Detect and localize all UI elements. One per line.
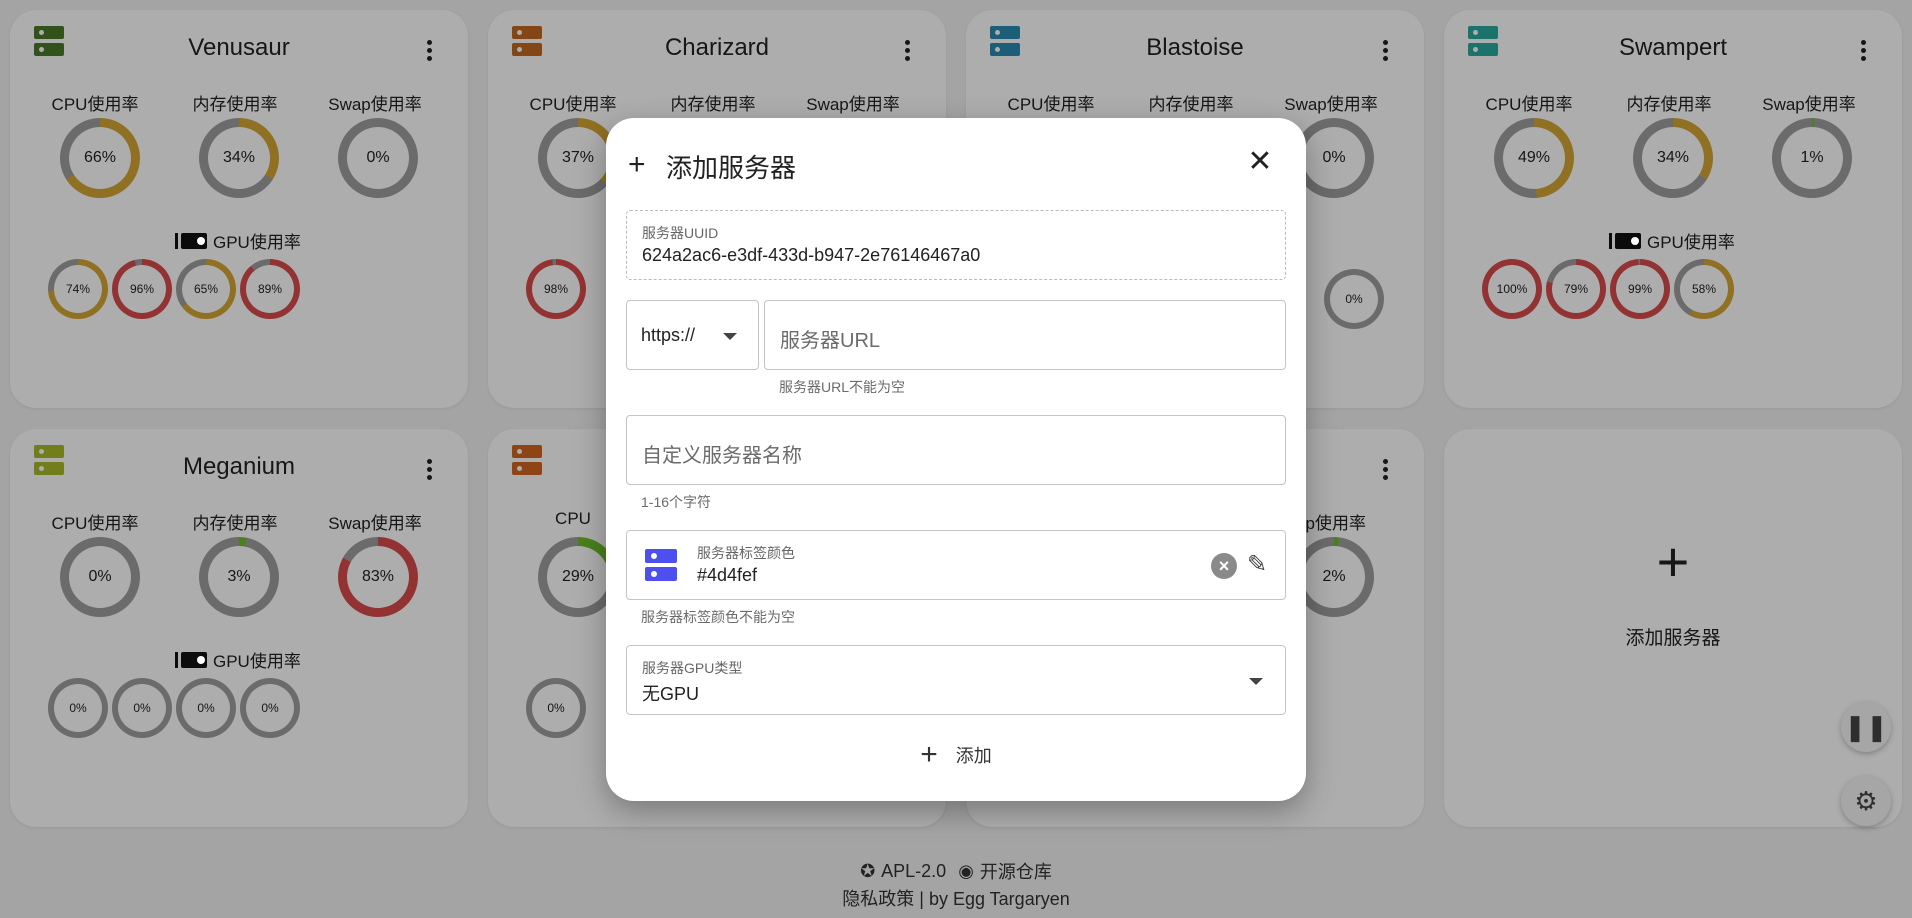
add-icon: + <box>920 738 938 771</box>
name-placeholder: 自定义服务器名称 <box>642 445 802 467</box>
gpu-type-label: 服务器GPU类型 <box>642 660 743 676</box>
server-url-input[interactable]: 服务器URL <box>764 300 1286 370</box>
close-button[interactable]: ✕ <box>1244 146 1276 178</box>
add-icon: + <box>628 148 646 181</box>
uuid-value: 624a2ac6-e3df-433d-b947-2e76146467a0 <box>642 245 981 265</box>
url-placeholder: 服务器URL <box>780 330 881 352</box>
chevron-down-icon <box>1249 678 1263 685</box>
color-label: 服务器标签颜色 <box>697 545 795 561</box>
eyedropper-icon[interactable]: ✎ <box>1243 551 1271 579</box>
color-value: #4d4fef <box>697 565 758 585</box>
url-helper: 服务器URL不能为空 <box>779 379 906 395</box>
uuid-label: 服务器UUID <box>642 225 719 241</box>
color-helper: 服务器标签颜色不能为空 <box>641 609 795 625</box>
add-server-dialog: + 添加服务器 ✕ 服务器UUID 624a2ac6-e3df-433d-b94… <box>606 118 1306 801</box>
add-submit-button[interactable]: + 添加 <box>606 738 1306 772</box>
gpu-type-select[interactable]: 服务器GPU类型 无GPU <box>626 645 1286 715</box>
add-label: 添加 <box>955 746 992 766</box>
clear-icon[interactable]: × <box>1211 553 1237 579</box>
server-color-swatch-icon <box>645 549 677 581</box>
protocol-select[interactable]: https:// <box>626 300 759 370</box>
chevron-down-icon <box>723 333 737 340</box>
color-field[interactable]: 服务器标签颜色 #4d4fef × ✎ <box>626 530 1286 600</box>
protocol-value: https:// <box>641 325 696 345</box>
dialog-title: 添加服务器 <box>666 153 797 183</box>
name-helper: 1-16个字符 <box>641 494 712 510</box>
uuid-field: 服务器UUID 624a2ac6-e3df-433d-b947-2e761464… <box>626 210 1286 280</box>
gpu-type-value: 无GPU <box>642 684 700 704</box>
server-name-input[interactable]: 自定义服务器名称 <box>626 415 1286 485</box>
